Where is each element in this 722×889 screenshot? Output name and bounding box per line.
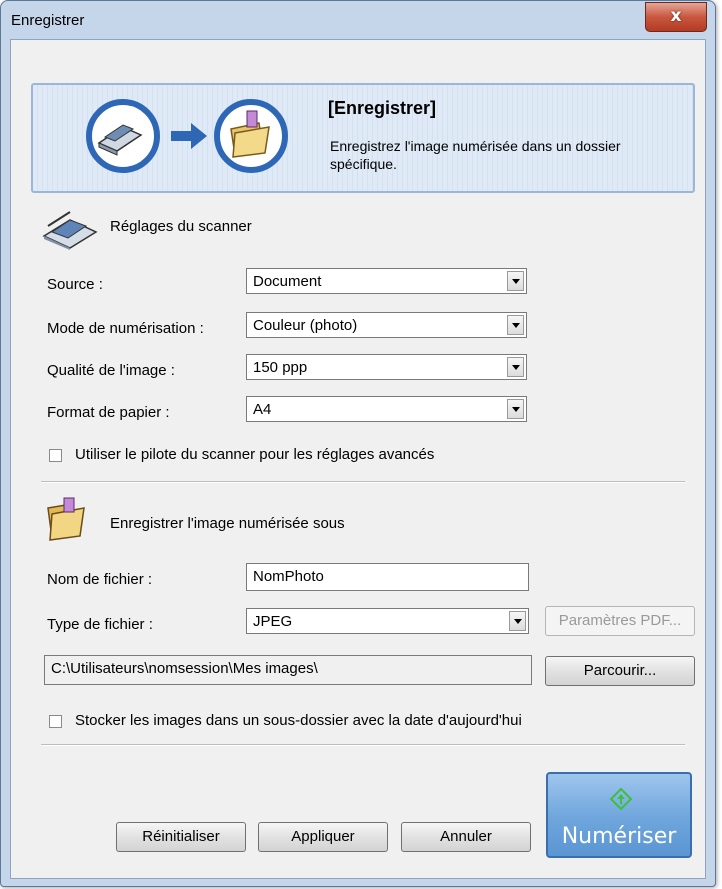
quality-label: Qualité de l'image : xyxy=(47,362,175,379)
title-bar[interactable]: Enregistrer x xyxy=(1,1,715,39)
chevron-down-icon[interactable] xyxy=(507,271,524,291)
scan-button[interactable]: Numériser xyxy=(546,772,692,858)
subfolder-date-label[interactable]: Stocker les images dans un sous-dossier … xyxy=(75,712,522,729)
scan-button-label: Numériser xyxy=(561,824,677,849)
cancel-button[interactable]: Annuler xyxy=(401,822,531,852)
folder-circle-icon xyxy=(214,99,288,173)
filename-label: Nom de fichier : xyxy=(47,571,153,588)
close-button[interactable]: x xyxy=(645,2,707,32)
window-title: Enregistrer xyxy=(11,12,85,29)
subfolder-date-checkbox[interactable] xyxy=(49,715,62,728)
folder-icon xyxy=(47,497,85,541)
filename-input[interactable]: NomPhoto xyxy=(246,563,529,591)
reset-button[interactable]: Réinitialiser xyxy=(116,822,246,852)
paper-label: Format de papier : xyxy=(47,404,170,421)
advanced-driver-label[interactable]: Utiliser le pilote du scanner pour les r… xyxy=(75,446,434,463)
source-select[interactable]: Document xyxy=(246,268,527,294)
mode-select[interactable]: Couleur (photo) xyxy=(246,312,527,338)
divider xyxy=(41,744,685,746)
advanced-driver-checkbox[interactable] xyxy=(49,449,62,462)
filename-value: NomPhoto xyxy=(253,568,324,585)
source-value: Document xyxy=(253,273,322,290)
browse-button[interactable]: Parcourir... xyxy=(545,656,695,686)
paper-value: A4 xyxy=(253,401,272,418)
scanner-circle-icon xyxy=(86,99,160,173)
filetype-select[interactable]: JPEG xyxy=(246,608,529,634)
path-field[interactable]: C:\Utilisateurs\nomsession\Mes images\ xyxy=(44,655,532,685)
paper-select[interactable]: A4 xyxy=(246,396,527,422)
close-icon: x xyxy=(670,6,682,26)
source-label: Source : xyxy=(47,276,103,293)
chevron-down-icon[interactable] xyxy=(507,315,524,335)
banner-title: [Enregistrer] xyxy=(328,98,437,118)
quality-value: 150 ppp xyxy=(253,359,308,376)
mode-value: Couleur (photo) xyxy=(253,317,358,334)
banner-illustration xyxy=(86,99,288,173)
pdf-params-button[interactable]: Paramètres PDF... xyxy=(545,606,695,636)
save-settings-heading: Enregistrer l'image numérisée sous xyxy=(110,515,345,532)
chevron-down-icon[interactable] xyxy=(509,611,526,631)
chevron-down-icon[interactable] xyxy=(507,357,524,377)
arrow-right-icon xyxy=(171,123,207,149)
divider xyxy=(41,481,685,483)
banner-description: Enregistrez l'image numérisée dans un do… xyxy=(330,138,621,172)
scan-start-icon xyxy=(610,788,632,810)
scanner-icon xyxy=(42,211,98,250)
filetype-label: Type de fichier : xyxy=(47,616,153,633)
apply-button[interactable]: Appliquer xyxy=(258,822,388,852)
scanner-settings-heading: Réglages du scanner xyxy=(110,218,252,235)
chevron-down-icon[interactable] xyxy=(507,399,524,419)
path-value: C:\Utilisateurs\nomsession\Mes images\ xyxy=(51,660,318,677)
mode-label: Mode de numérisation : xyxy=(47,320,204,337)
quality-select[interactable]: 150 ppp xyxy=(246,354,527,380)
filetype-value: JPEG xyxy=(253,613,293,630)
